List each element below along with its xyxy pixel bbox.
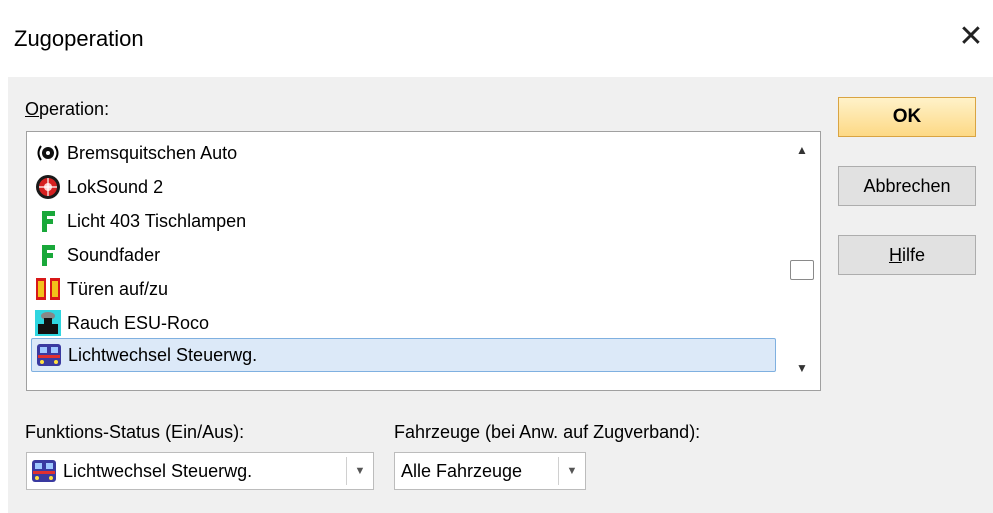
list-item-label: Türen auf/zu bbox=[67, 278, 169, 299]
vehicles-combobox[interactable]: Alle Fahrzeuge ▼ bbox=[394, 452, 586, 490]
scroll-down-arrow-icon[interactable]: ▼ bbox=[784, 356, 820, 380]
list-item[interactable]: Licht 403 Tischlampen bbox=[31, 204, 776, 238]
list-item-label: LokSound 2 bbox=[67, 176, 164, 197]
vehicles-value: Alle Fahrzeuge bbox=[401, 460, 523, 481]
list-item[interactable]: LokSound 2 bbox=[31, 170, 776, 204]
window-title: Zugoperation bbox=[14, 26, 144, 51]
loksound-icon bbox=[35, 174, 61, 200]
cancel-button[interactable]: Abbrechen bbox=[838, 166, 976, 206]
ok-button[interactable]: OK bbox=[838, 97, 976, 137]
close-icon[interactable]: ✕ bbox=[956, 22, 986, 52]
chevron-down-icon[interactable]: ▼ bbox=[558, 457, 585, 485]
list-item-label: Bremsquitschen Auto bbox=[67, 142, 238, 163]
list-item[interactable]: Bremsquitschen Auto bbox=[31, 136, 776, 170]
scrollbar-thumb[interactable] bbox=[790, 260, 814, 280]
smoke-generator-icon bbox=[35, 310, 61, 336]
doors-icon bbox=[35, 276, 61, 302]
chevron-down-icon[interactable]: ▼ bbox=[346, 457, 373, 485]
operation-listbox[interactable]: Bremsquitschen Auto LokSound 2 Licht 403… bbox=[26, 131, 821, 391]
list-item[interactable]: Soundfader bbox=[31, 238, 776, 272]
brake-sound-icon bbox=[35, 140, 61, 166]
function-f-icon bbox=[35, 242, 61, 268]
function-status-label: Funktions-Status (Ein/Aus): bbox=[25, 422, 245, 442]
scroll-up-arrow-icon[interactable]: ▲ bbox=[784, 138, 820, 162]
list-item-label: Licht 403 Tischlampen bbox=[67, 210, 247, 231]
operation-label-text: peration: bbox=[39, 99, 110, 119]
listbox-scrollbar[interactable]: ▲ ▼ bbox=[784, 132, 820, 390]
help-button[interactable]: Hilfe bbox=[838, 235, 976, 275]
control-car-icon bbox=[36, 342, 62, 368]
operation-label-accelerator: O bbox=[25, 99, 40, 119]
operation-label: Operation: bbox=[25, 99, 109, 120]
dialog-client-area: Operation: Bremsquitschen Auto LokSound … bbox=[8, 77, 993, 513]
help-button-accelerator: H bbox=[888, 244, 902, 265]
title-bar: Zugoperation ✕ bbox=[0, 0, 993, 77]
vehicles-label: Fahrzeuge (bei Anw. auf Zugverband): bbox=[394, 422, 701, 442]
list-item-label: Soundfader bbox=[67, 244, 161, 265]
function-status-value: Lichtwechsel Steuerwg. bbox=[63, 460, 253, 481]
list-item[interactable]: Türen auf/zu bbox=[31, 272, 776, 306]
function-status-combobox[interactable]: Lichtwechsel Steuerwg. ▼ bbox=[26, 452, 374, 490]
control-car-icon bbox=[31, 458, 57, 484]
help-button-text: ilfe bbox=[901, 244, 925, 265]
function-f-icon bbox=[35, 208, 61, 234]
list-item-label: Rauch ESU-Roco bbox=[67, 312, 210, 333]
list-item-selected[interactable]: Lichtwechsel Steuerwg. bbox=[31, 338, 776, 372]
list-item[interactable]: Rauch ESU-Roco bbox=[31, 306, 776, 340]
list-item-label: Lichtwechsel Steuerwg. bbox=[68, 344, 258, 365]
